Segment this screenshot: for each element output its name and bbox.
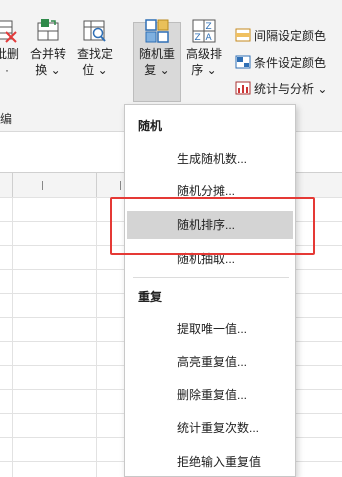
find-locate-button[interactable]: 查找定 位 ⌄	[74, 18, 116, 78]
merge-convert-button[interactable]: 合并转 换 ⌄	[27, 18, 69, 78]
menu-item-generate-random[interactable]: 生成随机数...	[127, 145, 293, 173]
find-locate-label: 查找定	[76, 47, 113, 61]
interval-color-button[interactable]: 间隔设定颜色	[235, 26, 326, 46]
stats-chart-icon	[235, 81, 251, 95]
section-random-header: 随机	[138, 119, 163, 133]
ribbon-group-label: 编	[0, 112, 13, 126]
random-repeat-button[interactable]: 随机重 复 ⌄	[133, 18, 181, 78]
condition-color-button[interactable]: 条件设定颜色	[235, 53, 326, 73]
svg-text:Z: Z	[195, 33, 201, 43]
section-duplicate-header: 重复	[138, 290, 163, 304]
merge-cells-icon	[37, 19, 59, 41]
menu-item-count-duplicates[interactable]: 统计重复次数...	[127, 414, 293, 442]
random-grid-icon	[145, 19, 169, 43]
advanced-sort-button[interactable]: Z A Z 高级排 序 ⌄	[182, 18, 226, 78]
menu-divider	[133, 277, 289, 278]
find-locate-label-2: 位 ⌄	[82, 63, 108, 77]
merge-convert-label: 合并转	[29, 47, 66, 61]
column-resize-tick	[120, 181, 121, 190]
svg-text:Z: Z	[206, 22, 212, 32]
delete-rows-icon	[0, 20, 17, 43]
condition-color-icon	[235, 55, 251, 69]
menu-item-reject-duplicate-input[interactable]: 拒绝输入重复值	[127, 448, 293, 476]
condition-color-label: 条件设定颜色	[254, 56, 327, 70]
random-repeat-label-2: 复 ⌄	[144, 63, 170, 77]
interval-color-label: 间隔设定颜色	[254, 29, 327, 43]
batch-delete-button[interactable]: 批删 ·	[0, 18, 20, 78]
menu-item-extract-unique[interactable]: 提取唯一值...	[127, 315, 293, 343]
menu-item-remove-duplicates[interactable]: 删除重复值...	[127, 381, 293, 409]
column-resize-tick	[42, 181, 43, 190]
advanced-sort-label: 高级排	[185, 47, 222, 61]
advanced-sort-label-2: 序 ⌄	[191, 63, 217, 77]
interval-color-icon	[235, 28, 251, 42]
column-separator[interactable]	[12, 173, 13, 197]
stats-analysis-button[interactable]: 统计与分析 ⌄	[235, 79, 327, 99]
random-repeat-label: 随机重	[138, 47, 175, 61]
random-repeat-dropdown: 随机 生成随机数... 随机分摊... 随机排序... 随机抽取... 重复 提…	[124, 104, 296, 477]
annotation-highlight-box	[110, 197, 315, 255]
find-icon	[83, 20, 106, 42]
merge-convert-label-2: 换 ⌄	[35, 63, 61, 77]
svg-text:A: A	[206, 33, 213, 43]
batch-delete-label: 批删	[0, 47, 19, 61]
menu-item-highlight-duplicates[interactable]: 高亮重复值...	[127, 348, 293, 376]
column-separator[interactable]	[96, 173, 97, 197]
stats-analysis-label: 统计与分析 ⌄	[254, 82, 328, 96]
sort-az-icon: Z A Z	[192, 19, 216, 43]
batch-delete-label-2: ·	[5, 63, 9, 77]
